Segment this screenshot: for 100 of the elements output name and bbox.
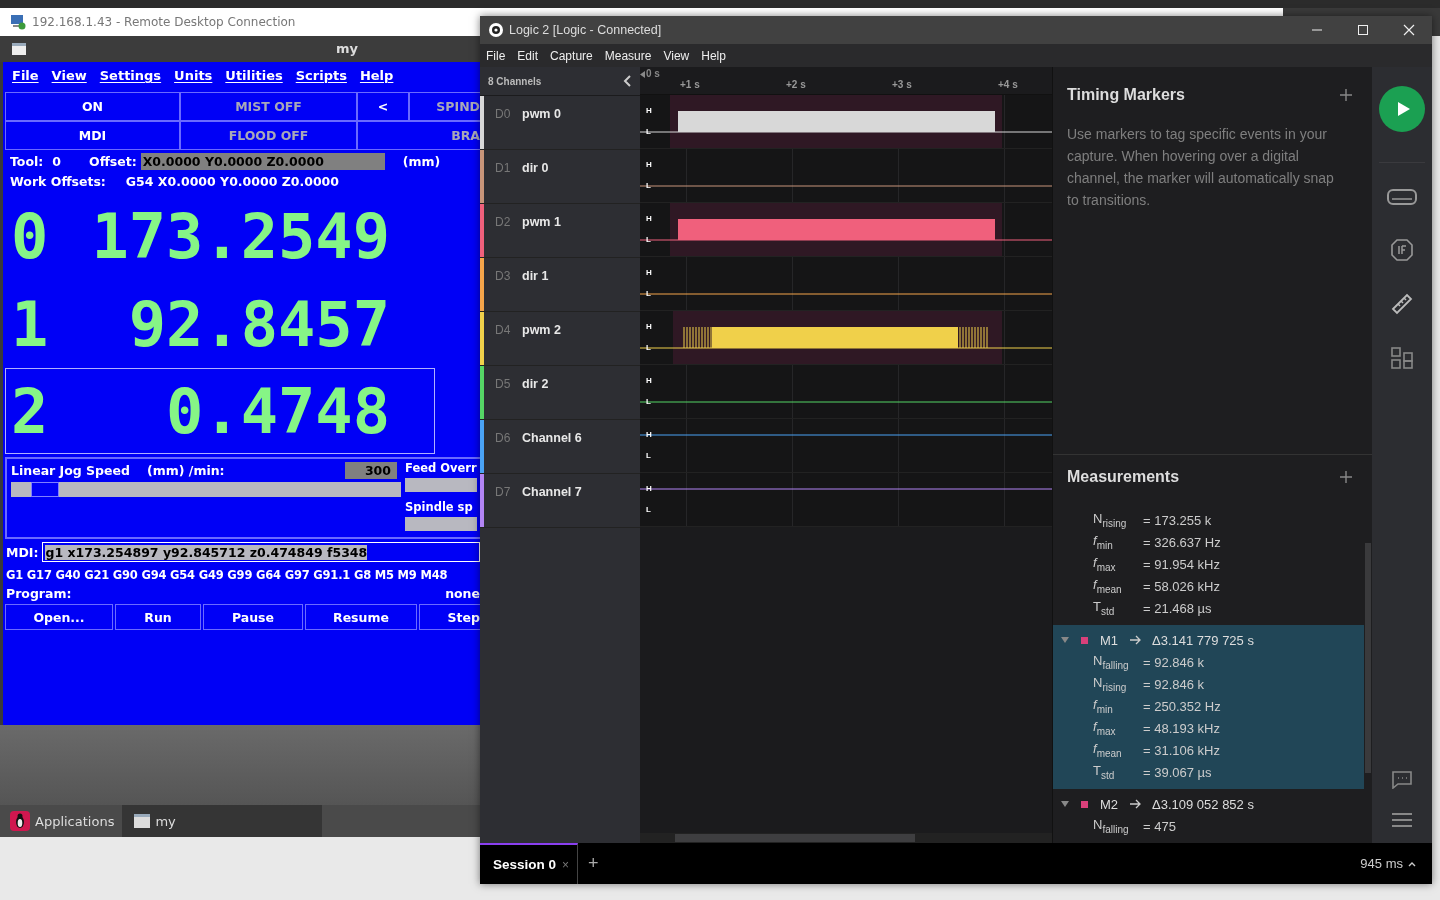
offset-label: Offset:	[89, 154, 137, 169]
measurement-value: = 91.954 kHz	[1143, 556, 1220, 572]
program-button[interactable]: Step	[419, 604, 480, 630]
channel-id: D1	[495, 161, 512, 175]
time-tick: +1 s	[680, 79, 700, 90]
program-name: none	[445, 586, 480, 601]
menu-item[interactable]: Measure	[604, 48, 652, 63]
menu-item[interactable]: Settings	[99, 68, 162, 88]
measurement-label: T$_{std}$	[1093, 763, 1116, 781]
scrollbar-thumb[interactable]	[1365, 543, 1371, 773]
menu-item[interactable]: File	[486, 48, 506, 63]
scrollbar-thumb[interactable]	[675, 834, 915, 842]
toggle-button[interactable]: <	[357, 92, 409, 121]
add-session-button[interactable]: +	[588, 853, 599, 874]
close-icon[interactable]	[1403, 24, 1415, 36]
jog-slider[interactable]	[11, 482, 401, 497]
time-start-label: 0 s	[646, 68, 660, 79]
collapse-icon[interactable]	[623, 75, 631, 87]
taskbar-item[interactable]: Applications	[6, 805, 119, 837]
menu-item[interactable]: Help	[359, 68, 394, 88]
triangle-icon	[640, 71, 645, 78]
program-button[interactable]: Run	[115, 604, 201, 630]
close-tab-button[interactable]: ×	[562, 857, 570, 872]
toggle-button[interactable]: BRA	[357, 121, 480, 150]
low-level-label: L	[646, 235, 651, 244]
expand-icon[interactable]	[1061, 637, 1069, 643]
measurement-label: N$_{falling}$	[1093, 817, 1130, 835]
window-title: 192.168.1.43 - Remote Desktop Connection	[32, 15, 296, 29]
measurement-value: = 48.193 kHz	[1143, 720, 1220, 736]
ruler-icon[interactable]	[1391, 293, 1413, 315]
marker-delta: Δ3.141 779 725 s	[1152, 632, 1254, 648]
program-label: Program:	[6, 586, 72, 601]
channel-name: pwm 1	[522, 215, 561, 229]
extensions-icon[interactable]	[1391, 347, 1413, 369]
units-label: (mm)	[402, 154, 441, 169]
channel-id: D5	[495, 377, 512, 391]
session-tab[interactable]: Session 0 ×	[480, 843, 579, 884]
position-readout[interactable]: 0 173.2549	[5, 192, 435, 280]
measurement-value: = 92.846 k	[1143, 676, 1205, 692]
tool-value: 0	[52, 154, 62, 169]
menu-item[interactable]: View	[663, 48, 690, 63]
caret-icon[interactable]	[1408, 860, 1416, 867]
menu-item[interactable]: Capture	[550, 48, 593, 63]
menu-item[interactable]: Scripts	[295, 68, 347, 88]
mdi-label: MDI:	[6, 544, 39, 560]
toggle-button[interactable]: SPIND	[409, 92, 480, 121]
slider-thumb[interactable]	[30, 482, 59, 497]
toggle-button[interactable]: MDI	[5, 121, 180, 150]
expand-icon[interactable]	[1061, 801, 1069, 807]
time-tick: +2 s	[786, 79, 806, 90]
add-icon[interactable]	[1340, 89, 1352, 101]
low-level-label: L	[646, 343, 651, 352]
measurement-label: f$_{min}$	[1093, 697, 1114, 715]
analyzer-icon[interactable]	[1391, 239, 1413, 261]
menu-icon[interactable]	[1392, 813, 1412, 827]
toggle-button[interactable]: ON	[5, 92, 180, 121]
position-readout[interactable]: 2 0.4748	[5, 368, 435, 454]
menu-item[interactable]: Utilities	[225, 68, 283, 88]
chat-icon[interactable]	[1392, 771, 1412, 789]
penguin-icon	[10, 811, 30, 831]
channel-id: D6	[495, 431, 512, 445]
toggle-button[interactable]: MIST OFF	[180, 92, 357, 121]
start-button[interactable]	[1379, 86, 1425, 132]
window-icon	[134, 814, 151, 828]
measurement-group[interactable]: N$_{rising}$ = 173.255 k f$_{min}$ = 326.637 Hz f$_{max}$ = 91.954 kHz f$_{mean}$ = 58.026 kHz T$_{std}$ = 21.468 µs	[1053, 505, 1364, 625]
program-button[interactable]: Open...	[5, 604, 113, 630]
feed-override-label: Feed Overr	[405, 461, 477, 475]
mdi-field[interactable]: g1 x173.254897 y92.845712 z0.474849 f5348	[42, 542, 480, 562]
maximize-icon[interactable]	[1357, 24, 1369, 36]
channels-header: 8 Channels	[488, 75, 542, 87]
measurement-value: = 326.637 Hz	[1143, 534, 1221, 550]
selected-measurement[interactable]: M1 Δ3.141 779 725 s N$_{falling}$ = 92.846 k N$_{rising}$ = 92.846 k f$_{min}$ = 250.352 Hz f$_{max}$ = 48.193 kHz f$_{mean}$ = 31.106 kHz T$_{std}$ = 39.067 µs	[1053, 625, 1364, 789]
jog-unit-label: (mm) /min:	[147, 462, 225, 478]
jog-speed-value: 300	[345, 461, 397, 479]
high-level-label: H	[646, 160, 652, 169]
tool-label: Tool:	[10, 154, 44, 169]
high-level-label: H	[646, 214, 652, 223]
position-readout[interactable]: 1 92.8457	[5, 280, 435, 368]
measurement-value: = 31.106 kHz	[1143, 742, 1220, 758]
menu-item[interactable]: Edit	[517, 48, 539, 63]
add-icon[interactable]	[1340, 471, 1352, 483]
program-button[interactable]: Resume	[305, 604, 417, 630]
measurement-group[interactable]: M2 Δ3.109 052 852 s N$_{falling}$ = 475	[1053, 789, 1364, 843]
play-icon	[1396, 101, 1411, 117]
program-button[interactable]: Pause	[203, 604, 303, 630]
low-level-label: L	[646, 505, 651, 514]
high-level-label: H	[646, 484, 652, 493]
toggle-button[interactable]: FLOOD OFF	[180, 121, 357, 150]
measurement-value: = 92.846 k	[1143, 654, 1205, 670]
high-level-label: H	[646, 322, 652, 331]
device-icon[interactable]	[1387, 187, 1417, 207]
low-level-label: L	[646, 397, 651, 406]
taskbar-item[interactable]: my	[122, 805, 323, 837]
app-logo-icon	[489, 23, 503, 37]
menu-item[interactable]: File	[12, 68, 39, 88]
menu-item[interactable]: Units	[174, 68, 213, 88]
measurement-value: = 21.468 µs	[1143, 600, 1212, 616]
menu-item[interactable]: Help	[701, 48, 726, 63]
channel-id: D2	[495, 215, 512, 229]
menu-item[interactable]: View	[51, 68, 87, 88]
